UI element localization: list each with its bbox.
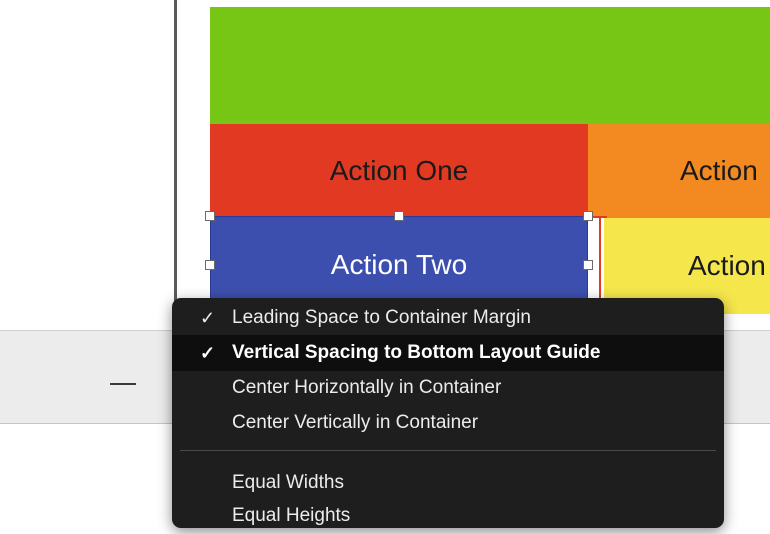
menu-item-label: Leading Space to Container Margin: [232, 307, 531, 328]
scene-border: [174, 0, 177, 330]
menu-item-label: Equal Heights: [232, 505, 351, 526]
menu-item-label: Vertical Spacing to Bottom Layout Guide: [232, 342, 601, 363]
action-one-button[interactable]: Action One: [210, 124, 588, 218]
minus-icon[interactable]: [110, 383, 136, 385]
menu-item-label: Equal Widths: [232, 472, 344, 493]
menu-item-vertical-spacing[interactable]: ✓ Vertical Spacing to Bottom Layout Guid…: [172, 335, 724, 371]
resize-handle-top[interactable]: [394, 211, 404, 221]
menu-item-center-horizontally[interactable]: Center Horizontally in Container: [172, 370, 724, 406]
checkmark-icon: ✓: [200, 307, 216, 328]
menu-item-center-vertically[interactable]: Center Vertically in Container: [172, 405, 724, 441]
action-one-label: Action One: [329, 155, 469, 186]
checkmark-icon: ✓: [200, 342, 216, 363]
spacing-constraint-cap: [593, 216, 607, 218]
resize-handle-left[interactable]: [205, 260, 215, 270]
menu-item-equal-heights[interactable]: Equal Heights: [172, 498, 724, 534]
action-two-label: Action Two: [330, 249, 468, 280]
menu-item-label: Center Horizontally in Container: [232, 377, 502, 398]
menu-item-leading-space[interactable]: ✓ Leading Space to Container Margin: [172, 300, 724, 336]
resize-handle-top-left[interactable]: [205, 211, 215, 221]
menu-item-label: Center Vertically in Container: [232, 412, 479, 433]
resize-handle-right[interactable]: [583, 260, 593, 270]
green-view[interactable]: [210, 7, 770, 124]
action-three-button[interactable]: Action: [588, 124, 770, 218]
action-four-label: Action: [688, 250, 766, 281]
resize-handle-top-right[interactable]: [583, 211, 593, 221]
constraint-context-menu: ✓ Leading Space to Container Margin ✓ Ve…: [172, 298, 724, 528]
menu-separator: [180, 450, 716, 451]
menu-item-equal-widths[interactable]: Equal Widths: [172, 465, 724, 501]
action-three-label: Action: [680, 155, 758, 186]
